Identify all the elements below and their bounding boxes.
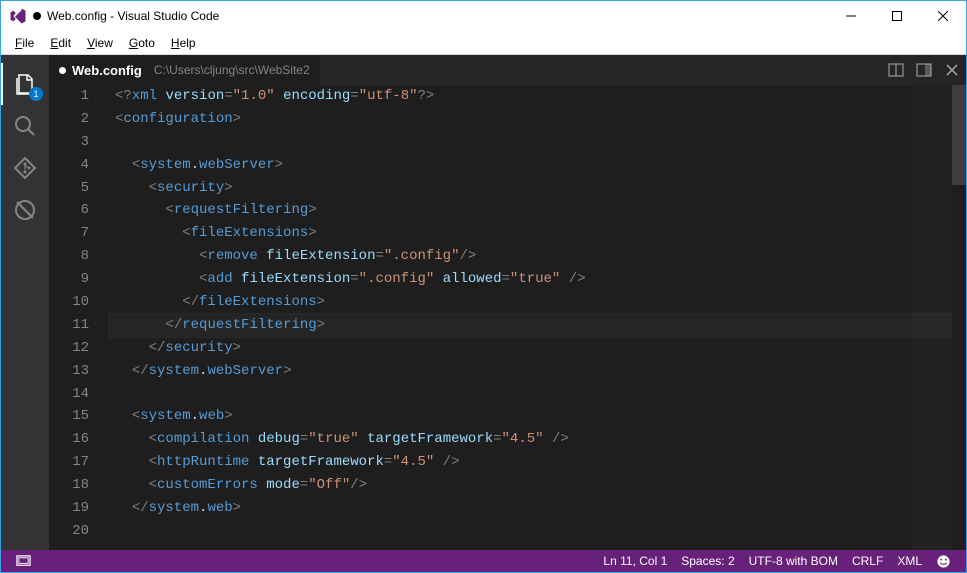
status-smiley-icon[interactable] [929,554,958,569]
dirty-dot-icon [33,12,41,20]
activity-git[interactable] [1,147,49,189]
menubar: FileEditViewGotoHelp [1,31,966,55]
code-line[interactable]: <security> [109,177,966,200]
code-line[interactable]: <requestFiltering> [109,199,966,222]
split-editor-button[interactable] [882,55,910,85]
status-spaces[interactable]: Spaces: 2 [674,554,741,568]
menu-help[interactable]: Help [163,34,204,52]
code-line[interactable]: <system.webServer> [109,154,966,177]
code-editor[interactable]: 1234567891011121314151617181920 <?xml ve… [49,85,966,550]
code-line[interactable]: <?xml version="1.0" encoding="utf-8"?> [109,85,966,108]
vertical-scrollbar[interactable] [952,85,966,550]
menu-edit[interactable]: Edit [42,34,79,52]
code-line[interactable]: <system.web> [109,405,966,428]
code-line[interactable]: <compilation debug="true" targetFramewor… [109,428,966,451]
line-gutter: 1234567891011121314151617181920 [49,85,109,550]
tab-path: C:\Users\cljung\src\WebSite2 [154,63,310,77]
tabs: Web.config C:\Users\cljung\src\WebSite2 [49,55,966,85]
tab-label: Web.config [72,63,142,78]
dirty-dot-icon [59,67,66,74]
status-language[interactable]: XML [890,554,929,568]
minimize-button[interactable] [828,1,874,31]
menu-view[interactable]: View [79,34,121,52]
code-line[interactable]: <httpRuntime targetFramework="4.5" /> [109,451,966,474]
vs-logo-icon [9,7,27,25]
menu-file[interactable]: File [7,34,42,52]
code-line[interactable] [109,520,966,543]
code-line[interactable]: <configuration> [109,108,966,131]
editor-area: Web.config C:\Users\cljung\src\WebSite2 … [49,55,966,550]
status-eol[interactable]: CRLF [845,554,890,568]
titlebar: Web.config - Visual Studio Code [1,1,966,31]
explorer-badge: 1 [29,87,43,101]
status-feedback-icon[interactable] [9,554,38,569]
code-line[interactable]: <customErrors mode="Off"/> [109,474,966,497]
statusbar: Ln 11, Col 1 Spaces: 2 UTF-8 with BOM CR… [1,550,966,572]
code-line[interactable]: </requestFiltering> [109,314,966,337]
tab-webconfig[interactable]: Web.config C:\Users\cljung\src\WebSite2 [49,55,320,85]
code-line[interactable]: <remove fileExtension=".config"/> [109,245,966,268]
minimap[interactable] [912,85,952,550]
code-line[interactable]: <add fileExtension=".config" allowed="tr… [109,268,966,291]
close-all-button[interactable] [938,55,966,85]
code-line[interactable] [109,383,966,406]
close-button[interactable] [920,1,966,31]
status-encoding[interactable]: UTF-8 with BOM [742,554,845,568]
code-content[interactable]: <?xml version="1.0" encoding="utf-8"?><c… [109,85,966,550]
code-line[interactable] [109,131,966,154]
activity-explorer[interactable]: 1 [1,63,49,105]
status-cursor[interactable]: Ln 11, Col 1 [596,554,674,568]
menu-goto[interactable]: Goto [121,34,163,52]
activity-debug[interactable] [1,189,49,231]
activity-search[interactable] [1,105,49,147]
code-line[interactable]: <fileExtensions> [109,222,966,245]
code-line[interactable]: </security> [109,337,966,360]
code-line[interactable]: </system.webServer> [109,360,966,383]
code-line[interactable]: </fileExtensions> [109,291,966,314]
window-title: Web.config - Visual Studio Code [47,9,219,23]
activity-bar: 1 [1,55,49,550]
maximize-button[interactable] [874,1,920,31]
code-line[interactable]: </system.web> [109,497,966,520]
more-actions-button[interactable] [910,55,938,85]
